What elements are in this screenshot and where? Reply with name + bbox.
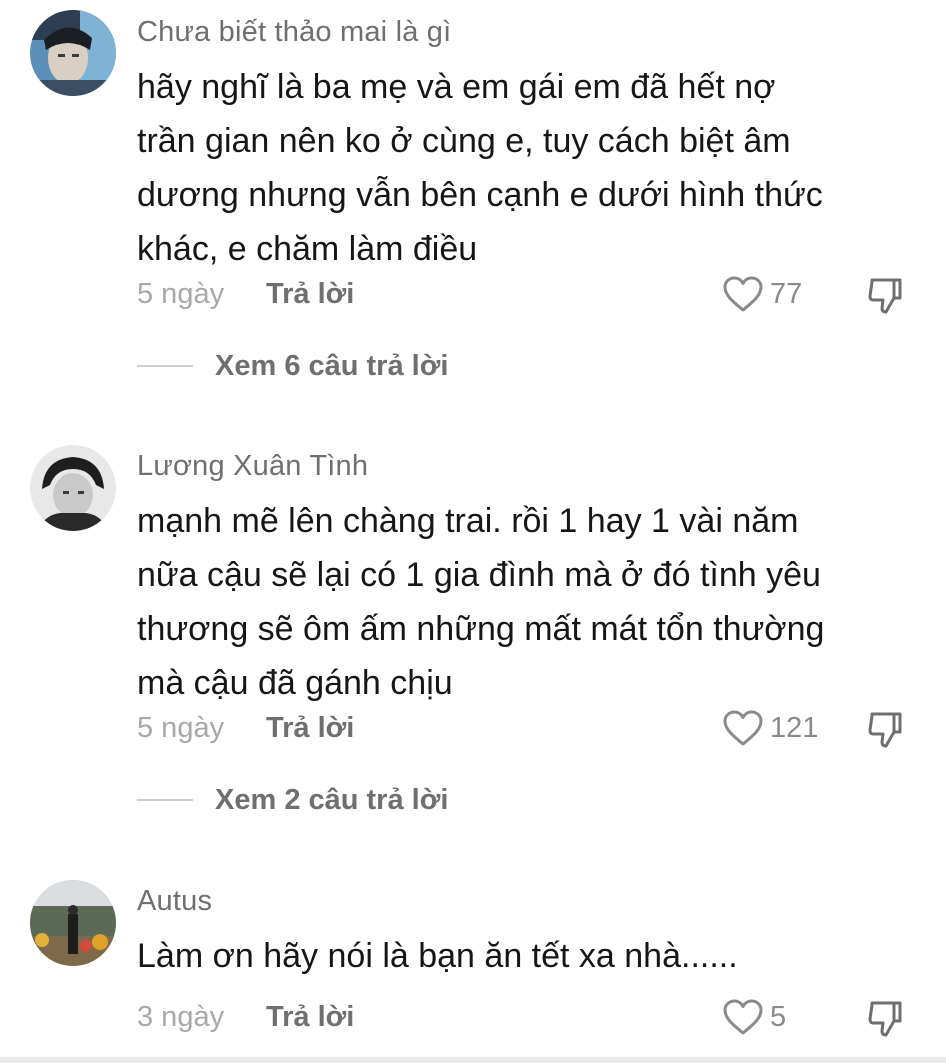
avatar[interactable]	[30, 880, 116, 966]
comment-text-line: nữa cậu sẽ lại có 1 gia đình mà ở đó tìn…	[137, 556, 821, 594]
heart-outline-icon	[723, 999, 763, 1035]
bottom-divider	[0, 1057, 946, 1063]
avatar[interactable]	[30, 445, 116, 531]
thumbs-down-outline-icon	[868, 1001, 902, 1037]
comment-text-line: dương nhưng vẫn bên cạnh e dưới hình thứ…	[137, 176, 823, 214]
dislike-button[interactable]	[864, 274, 906, 316]
thumbs-down-outline-icon	[868, 278, 902, 314]
like-count: 5	[770, 1000, 787, 1033]
avatar[interactable]	[30, 10, 116, 96]
comment-timestamp: 3 ngày	[137, 1001, 225, 1033]
comment-username[interactable]: Autus	[137, 885, 212, 918]
heart-outline-icon	[723, 276, 763, 312]
like-count: 77	[770, 277, 803, 310]
like-count: 121	[770, 711, 819, 744]
comment-text: Làm ơn hãy nói là bạn ăn tết xa nhà.....…	[137, 929, 927, 983]
thumbs-down-outline-icon	[868, 712, 902, 748]
comment-text-line: hãy nghĩ là ba mẹ và em gái em đã hết nợ	[137, 68, 776, 106]
comment-timestamp: 5 ngày	[137, 278, 225, 310]
divider	[137, 799, 193, 801]
comment-meta-row: 5 ngày Trả lời 121	[0, 710, 946, 752]
reply-button[interactable]: Trả lời	[266, 278, 354, 311]
comment-text: hãy nghĩ là ba mẹ và em gái em đã hết nợ…	[137, 60, 927, 276]
like-button[interactable]: 77	[722, 274, 802, 314]
comment-username[interactable]: Lương Xuân Tình	[137, 450, 368, 483]
divider	[137, 365, 193, 367]
comment-text: mạnh mẽ lên chàng trai. rồi 1 hay 1 vài …	[137, 494, 927, 710]
comment-meta-row: 3 ngày Trả lời 5	[0, 999, 946, 1041]
reply-button[interactable]: Trả lời	[266, 712, 354, 745]
like-button[interactable]: 5	[722, 997, 786, 1037]
dislike-button[interactable]	[864, 997, 906, 1039]
comment-text-line: thương sẽ ôm ấm những mất mát tổn thường	[137, 610, 825, 648]
comment-text-line: Làm ơn hãy nói là bạn ăn tết xa nhà.....…	[137, 937, 738, 975]
comment-timestamp: 5 ngày	[137, 712, 225, 744]
comment-text-line: trần gian nên ko ở cùng e, tuy cách biệt…	[137, 122, 791, 160]
comment-text-line: mà cậu đã gánh chịu	[137, 664, 453, 702]
view-replies-button[interactable]: Xem 2 câu trả lời	[137, 780, 448, 820]
view-replies-label: Xem 2 câu trả lời	[215, 783, 449, 816]
comment-text-line: mạnh mẽ lên chàng trai. rồi 1 hay 1 vài …	[137, 502, 799, 540]
like-button[interactable]: 121	[722, 708, 818, 748]
comment-username[interactable]: Chưa biết thảo mai là gì	[137, 16, 451, 49]
view-replies-label: Xem 6 câu trả lời	[215, 349, 449, 382]
view-replies-button[interactable]: Xem 6 câu trả lời	[137, 346, 448, 386]
comment-meta-row: 5 ngày Trả lời 77	[0, 276, 946, 318]
comment-text-line: khác, e chăm làm điều	[137, 230, 478, 268]
heart-outline-icon	[723, 710, 763, 746]
dislike-button[interactable]	[864, 708, 906, 750]
reply-button[interactable]: Trả lời	[266, 1001, 354, 1034]
